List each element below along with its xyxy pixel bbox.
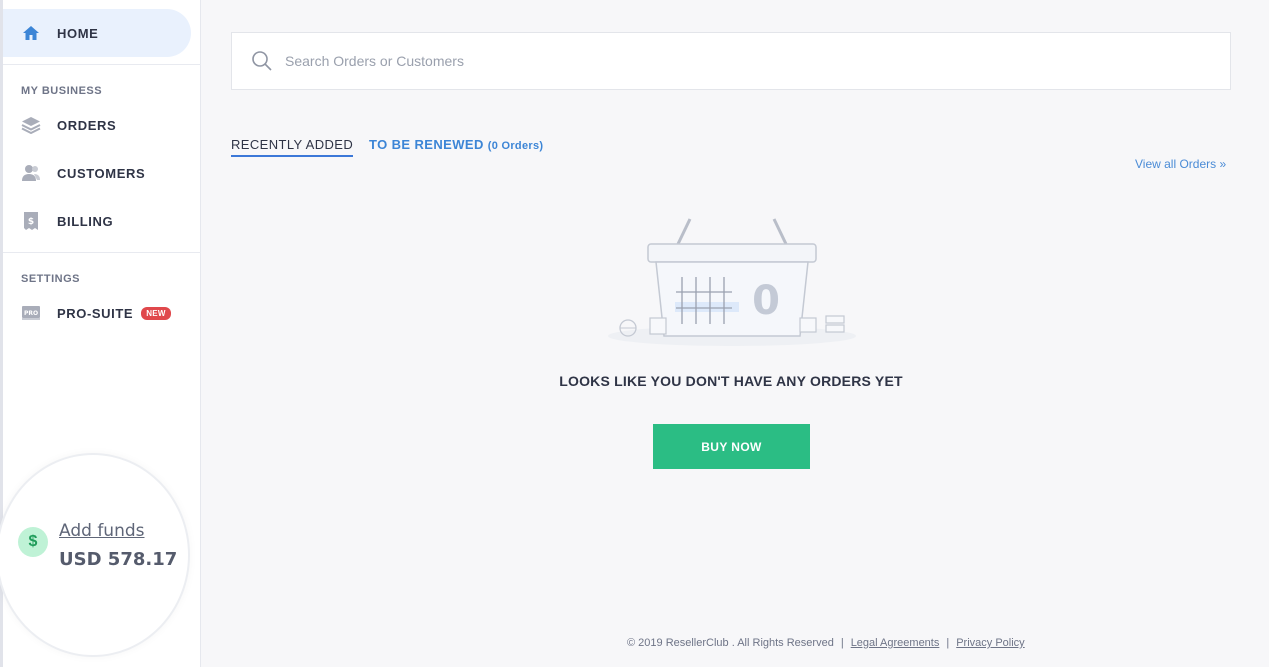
search-bar[interactable]: [231, 32, 1231, 90]
search-icon: [251, 50, 273, 72]
footer-separator: |: [946, 637, 950, 649]
footer: © 2019 ResellerClub . All Rights Reserve…: [627, 637, 1025, 649]
users-icon: [21, 163, 41, 183]
new-badge: NEW: [141, 306, 171, 320]
sidebar-item-orders[interactable]: ORDERS: [3, 107, 201, 143]
invoice-icon: $: [21, 211, 41, 231]
sidebar-item-label: HOME: [57, 25, 99, 41]
privacy-policy-link[interactable]: Privacy Policy: [956, 637, 1024, 649]
divider: [3, 64, 201, 65]
copyright-text: © 2019 ResellerClub . All Rights Reserve…: [627, 637, 834, 649]
svg-text:$: $: [28, 217, 34, 227]
sidebar-item-label: CUSTOMERS: [57, 165, 146, 181]
section-title-settings: SETTINGS: [21, 273, 81, 285]
legal-agreements-link[interactable]: Legal Agreements: [851, 637, 940, 649]
add-funds-link[interactable]: Add funds: [59, 521, 145, 541]
view-all-orders-link[interactable]: View all Orders »: [1135, 157, 1226, 171]
pro-icon: PRO: [21, 303, 41, 323]
basket-count: 0: [752, 278, 780, 324]
section-title-business: MY BUSINESS: [21, 85, 103, 97]
sidebar-item-customers[interactable]: CUSTOMERS: [3, 155, 201, 191]
footer-separator: |: [840, 637, 844, 649]
sidebar-item-label: BILLING: [57, 213, 114, 229]
sidebar-item-pro-suite[interactable]: PRO PRO-SUITE NEW: [3, 295, 201, 331]
sidebar-item-billing[interactable]: $ BILLING: [3, 203, 201, 239]
divider: [3, 252, 201, 253]
sidebar-item-label: ORDERS: [57, 117, 117, 133]
buy-now-button[interactable]: BUY NOW: [653, 424, 810, 469]
dollar-icon: $: [18, 527, 48, 557]
tab-recently-added[interactable]: RECENTLY ADDED: [231, 137, 354, 157]
account-balance: USD 578.17: [59, 549, 178, 570]
empty-basket-illustration: 0: [608, 218, 856, 346]
svg-text:PRO: PRO: [24, 310, 38, 317]
tab-label: TO BE RENEWED: [369, 137, 484, 152]
sidebar-item-label: PRO-SUITE: [57, 305, 134, 321]
sidebar-item-home[interactable]: HOME: [3, 9, 191, 57]
dollar-symbol: $: [28, 533, 38, 550]
home-icon: [21, 23, 41, 43]
empty-state-message: LOOKS LIKE YOU DON'T HAVE ANY ORDERS YET: [559, 373, 903, 389]
layers-icon: [21, 115, 41, 135]
search-input[interactable]: [283, 52, 1187, 70]
renew-count: (0 Orders): [487, 140, 544, 152]
tab-to-be-renewed[interactable]: TO BE RENEWED (0 Orders): [369, 137, 543, 152]
